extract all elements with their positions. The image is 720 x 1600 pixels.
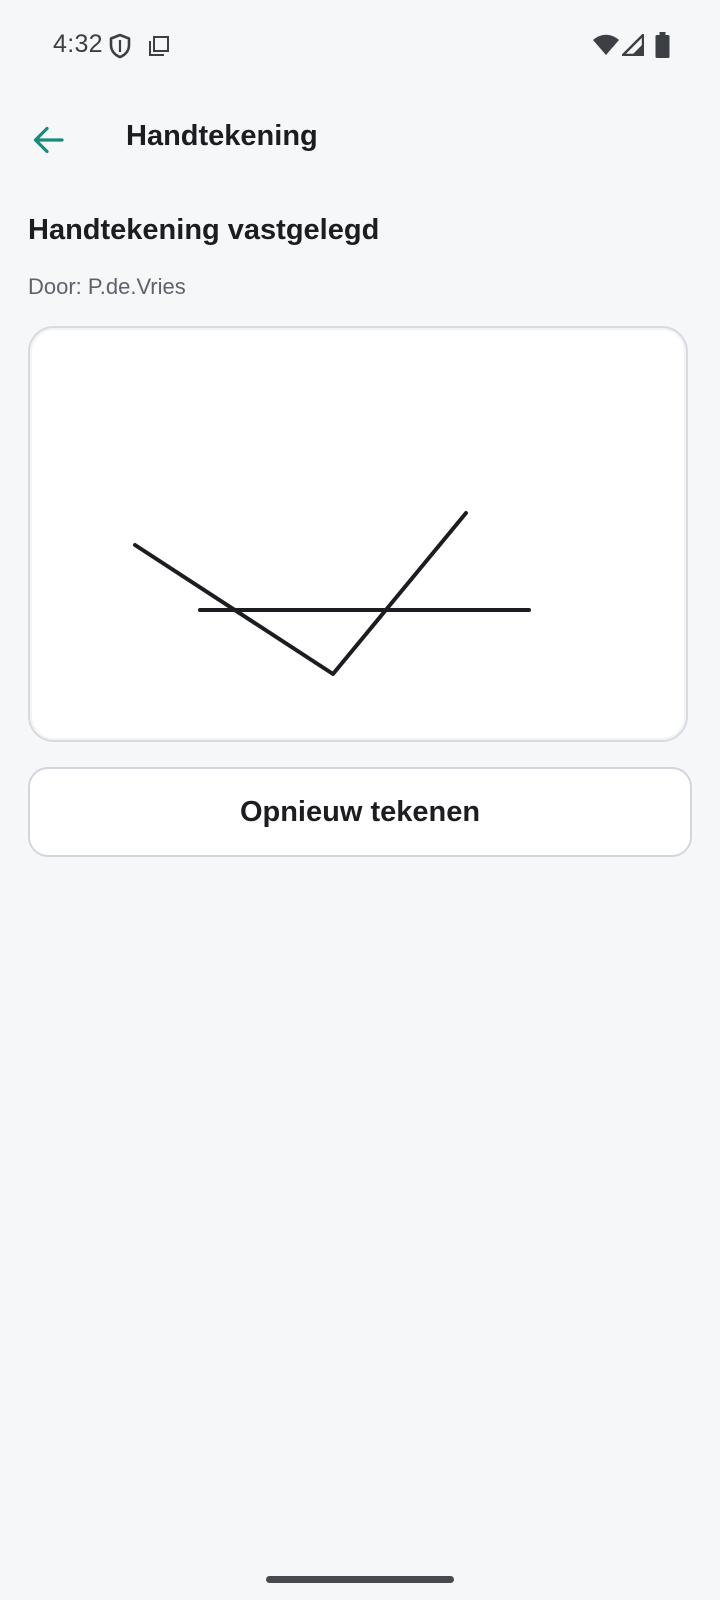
gesture-navigation-handle[interactable]	[266, 1576, 454, 1583]
app-bar: Handtekening	[0, 92, 720, 188]
screenshot-icon	[149, 36, 169, 56]
back-button[interactable]	[22, 114, 74, 166]
arrow-left-icon	[33, 126, 64, 154]
signature-drawing	[133, 511, 531, 676]
status-bar: 4:32	[0, 0, 720, 92]
redraw-signature-button[interactable]: Opnieuw tekenen	[28, 767, 692, 857]
battery-icon	[655, 32, 670, 58]
shield-icon	[109, 33, 131, 59]
signature-preview	[28, 326, 688, 742]
cellular-signal-icon	[622, 34, 644, 56]
page-title: Handtekening	[126, 120, 318, 152]
wifi-icon	[593, 34, 619, 55]
signature-status-heading: Handtekening vastgelegd	[28, 214, 380, 246]
signature-stroke	[133, 511, 468, 676]
signer-name: Door: P.de.Vries	[28, 274, 186, 299]
status-time: 4:32	[53, 30, 103, 58]
